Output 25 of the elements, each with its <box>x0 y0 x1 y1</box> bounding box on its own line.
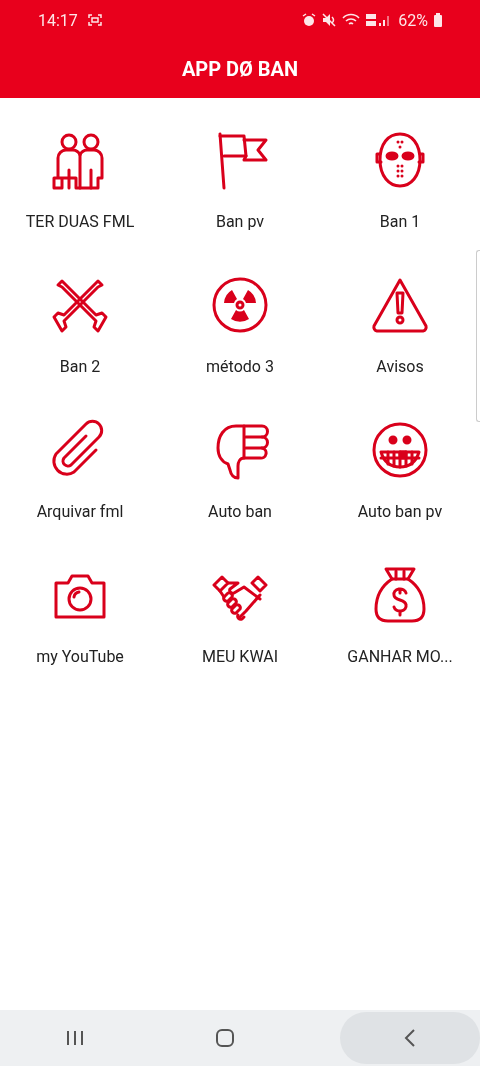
grid-item-label[interactable]: Ban 1 <box>379 212 421 232</box>
grid-item-label[interactable]: método 3 <box>206 357 274 377</box>
grid-item-label[interactable]: MEU KWAI <box>201 647 279 667</box>
grid-item-label[interactable]: Auto ban <box>208 502 272 522</box>
grid-item-label[interactable]: Auto ban pv <box>357 502 443 522</box>
wifi-icon <box>342 13 361 27</box>
app-title: APP DØ BAN <box>181 57 299 81</box>
grid-item-label[interactable]: GANHAR MO... <box>347 647 453 667</box>
back-icon <box>404 1028 416 1048</box>
status-time: 14:17 <box>38 10 78 30</box>
grid-item-label[interactable]: my YouTube <box>36 647 124 667</box>
battery-icon <box>434 13 442 27</box>
radiation-icon[interactable] <box>210 275 270 335</box>
grid-item-label[interactable]: TER DUAS FML <box>25 212 135 232</box>
grid-item-label[interactable]: Ban pv <box>215 212 265 232</box>
mute-icon <box>322 13 337 27</box>
grid-item-label[interactable]: Ban 2 <box>59 357 101 377</box>
battery-percent: 62% <box>398 10 428 30</box>
recent-apps-icon <box>65 1030 85 1046</box>
grid-item-label[interactable]: Avisos <box>376 357 424 377</box>
home-icon <box>215 1028 235 1048</box>
screen-record-icon <box>87 14 102 26</box>
alarm-icon <box>302 13 317 27</box>
grinning-face-icon[interactable] <box>370 420 430 480</box>
grid-item-label[interactable]: Arquivar fml <box>36 502 124 522</box>
